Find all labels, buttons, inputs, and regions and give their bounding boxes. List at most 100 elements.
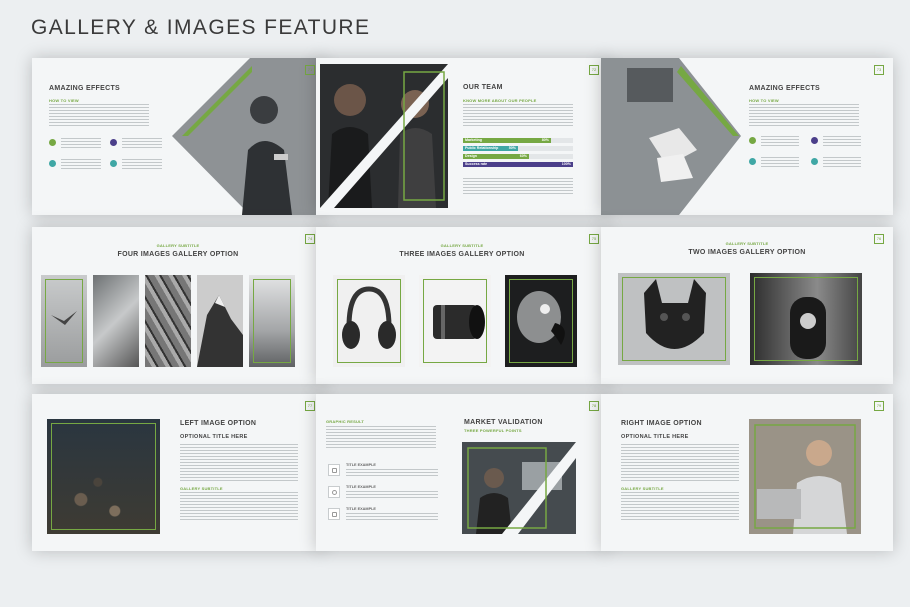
skill-bar-track: Marketing 80%	[463, 138, 573, 143]
bullet-text	[122, 159, 162, 169]
photo-frame	[754, 277, 858, 361]
team-photo	[320, 64, 448, 208]
bullet-b	[110, 139, 117, 146]
skill-bar-track: Design 60%	[463, 154, 573, 159]
gallery-subtitle: GALLERY SUBTITLE	[180, 486, 223, 491]
photo-frame	[509, 279, 573, 363]
optional-title: OPTIONAL TITLE HERE	[621, 434, 689, 440]
body-text	[180, 492, 298, 522]
slide-two-images[interactable]: GALLERY SUBTITLE TWO IMAGES GALLERY OPTI…	[601, 227, 893, 384]
bullet-text	[761, 136, 799, 146]
bullet-c	[749, 158, 756, 165]
sneakers-photo	[601, 58, 741, 215]
document-icon	[328, 508, 340, 520]
skill-bar-label: Public Relationship	[465, 146, 499, 150]
photo-frame	[51, 423, 156, 530]
slide-title: THREE IMAGES GALLERY OPTION	[399, 251, 525, 258]
slide-right-image[interactable]: RIGHT IMAGE OPTION OPTIONAL TITLE HERE G…	[601, 394, 893, 551]
page-number: 77	[305, 401, 315, 411]
photo-frame	[253, 279, 291, 363]
photo-frame	[337, 279, 401, 363]
meeting-photo	[462, 442, 576, 534]
skill-bar-label: Design	[465, 154, 477, 158]
photo-frame	[622, 277, 726, 361]
feature-title: TITLE EXAMPLE	[346, 463, 376, 467]
slide-subtitle: GALLERY SUBTITLE	[440, 243, 484, 248]
mountain-photo	[197, 275, 243, 367]
feature-title: TITLE EXAMPLE	[346, 507, 376, 511]
thumb-icon	[328, 464, 340, 476]
bullet-d	[110, 160, 117, 167]
bullet-c	[49, 160, 56, 167]
bullet-text	[761, 157, 799, 167]
skill-bar-1: Public Relationship 50%	[463, 146, 518, 151]
body-text	[463, 178, 573, 196]
slide-subtitle: GALLERY SUBTITLE	[156, 243, 200, 248]
slide-title: TWO IMAGES GALLERY OPTION	[688, 249, 806, 256]
geometric-photo	[145, 275, 191, 367]
slide-subtitle: KNOW MORE ABOUT OUR PEOPLE	[463, 98, 537, 103]
bullet-a	[49, 139, 56, 146]
skill-bar-label: Marketing	[465, 138, 482, 142]
page-number: 76	[874, 234, 884, 244]
bullet-a	[749, 137, 756, 144]
body-text	[463, 104, 573, 126]
skill-bar-2: Design 60%	[463, 154, 529, 159]
body-text	[749, 104, 859, 126]
man-phone-photo	[172, 58, 324, 215]
slide-our-team[interactable]: OUR TEAM KNOW MORE ABOUT OUR PEOPLE 72 M…	[316, 58, 608, 215]
glass-photo	[93, 275, 139, 367]
bullet-d	[811, 158, 818, 165]
skill-bar-track: Public Relationship 50%	[463, 146, 573, 151]
page-number: 73	[874, 65, 884, 75]
skill-bar-0: Marketing 80%	[463, 138, 551, 143]
bullet-text	[823, 157, 861, 167]
gallery-subtitle: GALLERY SUBTITLE	[621, 486, 664, 491]
slide-left-image[interactable]: LEFT IMAGE OPTION OPTIONAL TITLE HERE GA…	[32, 394, 324, 551]
feature-title: TITLE EXAMPLE	[346, 485, 376, 489]
skill-bar-value: 50%	[508, 146, 516, 150]
eye-icon	[328, 486, 340, 498]
body-text	[326, 426, 436, 448]
slide-title: MARKET VALIDATION	[464, 419, 543, 426]
body-text	[49, 104, 149, 126]
page-title: GALLERY & IMAGES FEATURE	[31, 16, 371, 39]
photo-frame	[45, 279, 83, 363]
slide-market-validation[interactable]: GRAPHIC RESULT MARKET VALIDATION THREE P…	[316, 394, 608, 551]
skill-bar-value: 80%	[541, 138, 549, 142]
page-number: 71	[305, 65, 315, 75]
skill-bar-value: 60%	[519, 154, 527, 158]
slide-subtitle: GALLERY SUBTITLE	[725, 241, 769, 246]
slide-subtitle: HOW TO VIEW	[49, 98, 79, 103]
bullet-b	[811, 137, 818, 144]
man-laptop-photo	[749, 419, 861, 534]
page-number: 75	[589, 234, 599, 244]
graphic-label: GRAPHIC RESULT	[326, 419, 365, 424]
slide-title: FOUR IMAGES GALLERY OPTION	[117, 251, 239, 258]
skill-bar-label: Success rate	[465, 162, 488, 166]
slide-amazing-effects-1[interactable]: AMAZING EFFECTS HOW TO VIEW 71	[32, 58, 324, 215]
bullet-text	[61, 159, 101, 169]
slide-amazing-effects-2[interactable]: AMAZING EFFECTS HOW TO VIEW 73	[601, 58, 893, 215]
feature-text	[346, 491, 438, 498]
page-number: 78	[589, 401, 599, 411]
photo-frame	[423, 279, 487, 363]
body-text	[621, 492, 739, 522]
feature-text	[346, 469, 438, 476]
page-number: 79	[874, 401, 884, 411]
page-number: 74	[305, 234, 315, 244]
bullet-text	[61, 138, 101, 148]
slide-subtitle: THREE POWERFUL POINTS	[464, 428, 522, 433]
slide-title: AMAZING EFFECTS	[749, 85, 820, 92]
slide-four-images[interactable]: GALLERY SUBTITLE FOUR IMAGES GALLERY OPT…	[32, 227, 324, 384]
slide-title: AMAZING EFFECTS	[49, 85, 120, 92]
skill-bar-value: 100%	[561, 162, 571, 166]
bullet-text	[823, 136, 861, 146]
slide-three-images[interactable]: GALLERY SUBTITLE THREE IMAGES GALLERY OP…	[316, 227, 608, 384]
skill-bar-3: Success rate 100%	[463, 162, 573, 167]
slide-title: LEFT IMAGE OPTION	[180, 420, 257, 427]
feature-text	[346, 513, 438, 520]
page-number: 72	[589, 65, 599, 75]
slide-subtitle: HOW TO VIEW	[749, 98, 779, 103]
slide-title: RIGHT IMAGE OPTION	[621, 420, 702, 427]
